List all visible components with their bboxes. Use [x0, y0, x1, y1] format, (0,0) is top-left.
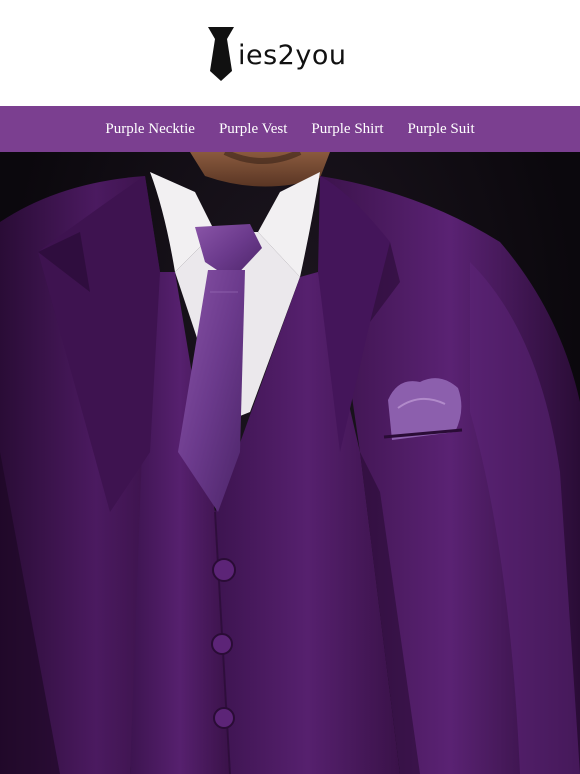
- nav-item-purple-suit[interactable]: Purple Suit: [408, 121, 475, 138]
- vest-button: [213, 707, 235, 729]
- hero-image[interactable]: [0, 152, 580, 774]
- brand-logo[interactable]: ies2you: [206, 24, 376, 84]
- category-nav: Purple Necktie Purple Vest Purple Shirt …: [0, 106, 580, 152]
- nav-item-purple-vest[interactable]: Purple Vest: [219, 121, 287, 138]
- necktie-icon: [208, 27, 234, 81]
- header: ies2you: [0, 0, 580, 106]
- vest-button: [211, 633, 233, 655]
- brand-wordmark: ies2you: [238, 39, 347, 71]
- nav-item-purple-shirt[interactable]: Purple Shirt: [311, 121, 383, 138]
- nav-item-purple-necktie[interactable]: Purple Necktie: [105, 121, 195, 138]
- vest-button: [212, 558, 236, 582]
- purple-suit-illustration: [0, 152, 580, 774]
